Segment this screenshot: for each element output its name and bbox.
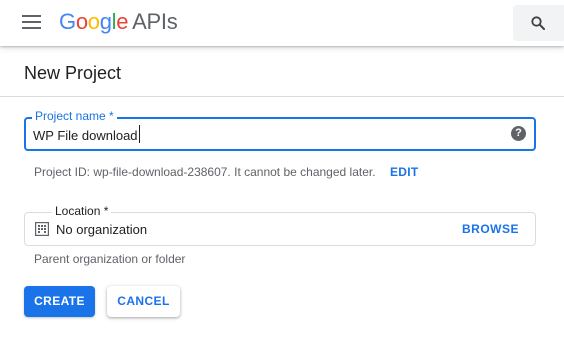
create-button[interactable]: CREATE [24,286,95,317]
text-cursor [139,125,140,143]
help-circle-icon[interactable]: ? [511,126,526,141]
page-title: New Project [24,63,122,83]
logo-suffix: APIs [132,9,178,34]
edit-project-id-button[interactable]: EDIT [390,165,419,179]
browse-button[interactable]: BROWSE [462,222,519,236]
location-value: No organization [56,222,148,237]
project-name-input[interactable] [33,126,473,144]
search-button[interactable] [513,5,564,41]
location-helper: Parent organization or folder [34,252,186,266]
search-icon [531,16,545,30]
location-label: Location * [52,204,112,219]
project-id-helper: Project ID: wp-file-download-238607. It … [34,165,376,179]
cancel-button[interactable]: CANCEL [107,286,180,317]
top-app-bar: Google APIs [0,0,564,46]
location-field[interactable]: Location * No organization BROWSE [24,204,536,246]
project-name-field[interactable]: Project name * ? [24,109,536,151]
building-icon [35,222,49,236]
project-name-label: Project name * [32,109,117,124]
google-apis-logo[interactable]: Google APIs [59,9,178,35]
hamburger-menu-icon[interactable] [22,15,42,31]
title-divider [0,96,564,97]
